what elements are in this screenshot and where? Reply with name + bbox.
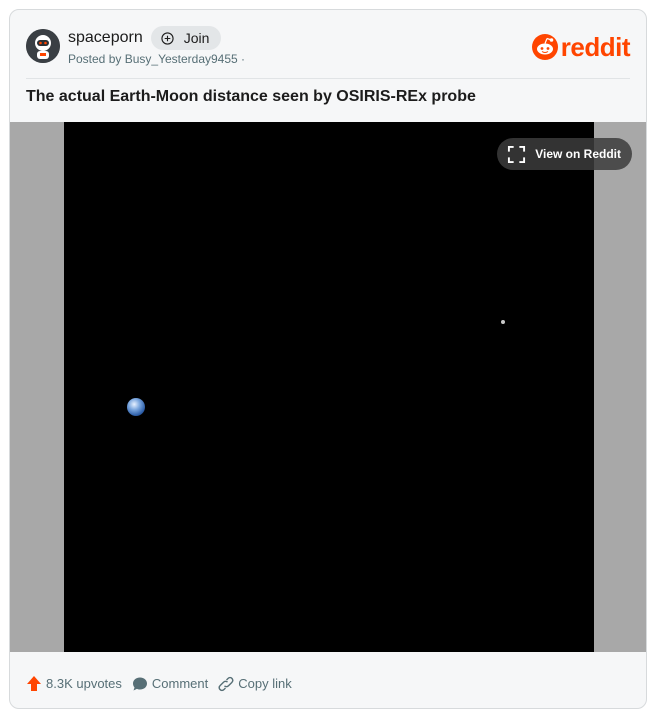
moon-dot bbox=[501, 320, 505, 324]
post-header: spaceporn Join Posted by Busy_Yesterday9… bbox=[26, 26, 631, 78]
meta-separator: · bbox=[241, 52, 246, 66]
comment-bubble-icon bbox=[132, 677, 147, 690]
comment-button[interactable]: Comment bbox=[132, 676, 208, 692]
media-container[interactable]: View on Reddit bbox=[10, 122, 646, 652]
post-title[interactable]: The actual Earth-Moon distance seen by O… bbox=[26, 88, 630, 106]
reddit-snoo-icon bbox=[531, 34, 558, 60]
subreddit-name[interactable]: spaceporn bbox=[68, 29, 143, 47]
subreddit-meta: spaceporn Join Posted by Busy_Yesterday9… bbox=[68, 26, 245, 66]
astronaut-avatar-icon bbox=[26, 29, 60, 63]
subreddit-info: spaceporn Join Posted by Busy_Yesterday9… bbox=[26, 26, 245, 66]
reddit-wordmark: reddit bbox=[560, 32, 631, 62]
earth-dot bbox=[127, 398, 145, 416]
space-photo[interactable] bbox=[64, 122, 594, 652]
posted-by-line: Posted by Busy_Yesterday9455 · bbox=[68, 52, 245, 66]
upvote-count: 8.3K upvotes bbox=[46, 676, 122, 691]
reddit-logo[interactable]: reddit bbox=[531, 32, 631, 62]
posted-by-prefix: Posted by bbox=[68, 52, 122, 66]
join-label: Join bbox=[183, 30, 210, 46]
comment-label: Comment bbox=[151, 676, 209, 691]
upvote-button[interactable]: 8.3K upvotes bbox=[26, 675, 122, 692]
plus-circle-icon bbox=[161, 31, 174, 45]
link-chain-icon bbox=[218, 676, 234, 691]
view-on-reddit-button[interactable]: View on Reddit bbox=[497, 138, 632, 170]
subreddit-avatar[interactable] bbox=[26, 29, 60, 63]
join-button[interactable]: Join bbox=[150, 26, 222, 50]
upvote-arrow-icon bbox=[27, 676, 41, 691]
post-footer: 8.3K upvotes Comment Copy link bbox=[26, 675, 302, 692]
author-link[interactable]: Busy_Yesterday9455 bbox=[125, 52, 238, 66]
copy-link-button[interactable]: Copy link bbox=[218, 676, 292, 692]
reddit-embed-card: spaceporn Join Posted by Busy_Yesterday9… bbox=[9, 9, 647, 709]
copy-link-label: Copy link bbox=[238, 676, 292, 691]
header-divider bbox=[26, 78, 630, 79]
view-on-reddit-label: View on Reddit bbox=[535, 147, 621, 161]
subreddit-top-row: spaceporn Join bbox=[68, 26, 245, 50]
fullscreen-expand-icon bbox=[508, 145, 526, 163]
